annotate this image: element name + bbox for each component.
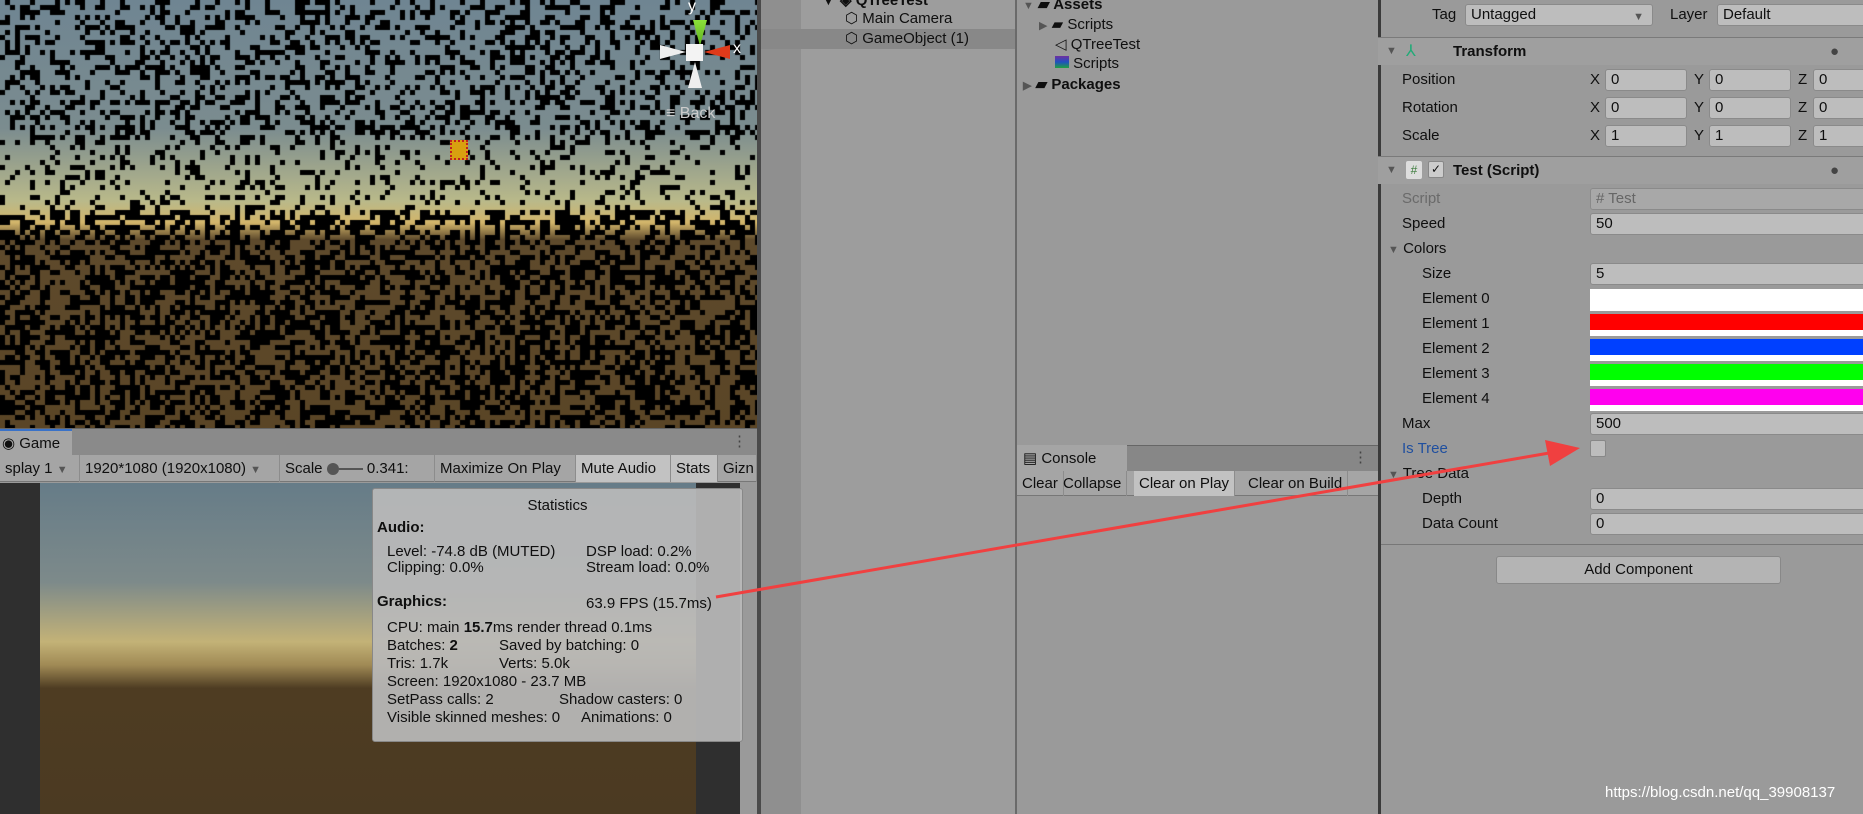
watermark: https://blog.csdn.net/qq_39908137 (1605, 784, 1836, 801)
arrow-line (715, 450, 1556, 599)
annotation-arrow (715, 440, 1580, 599)
arrow-head-icon (1545, 440, 1580, 466)
